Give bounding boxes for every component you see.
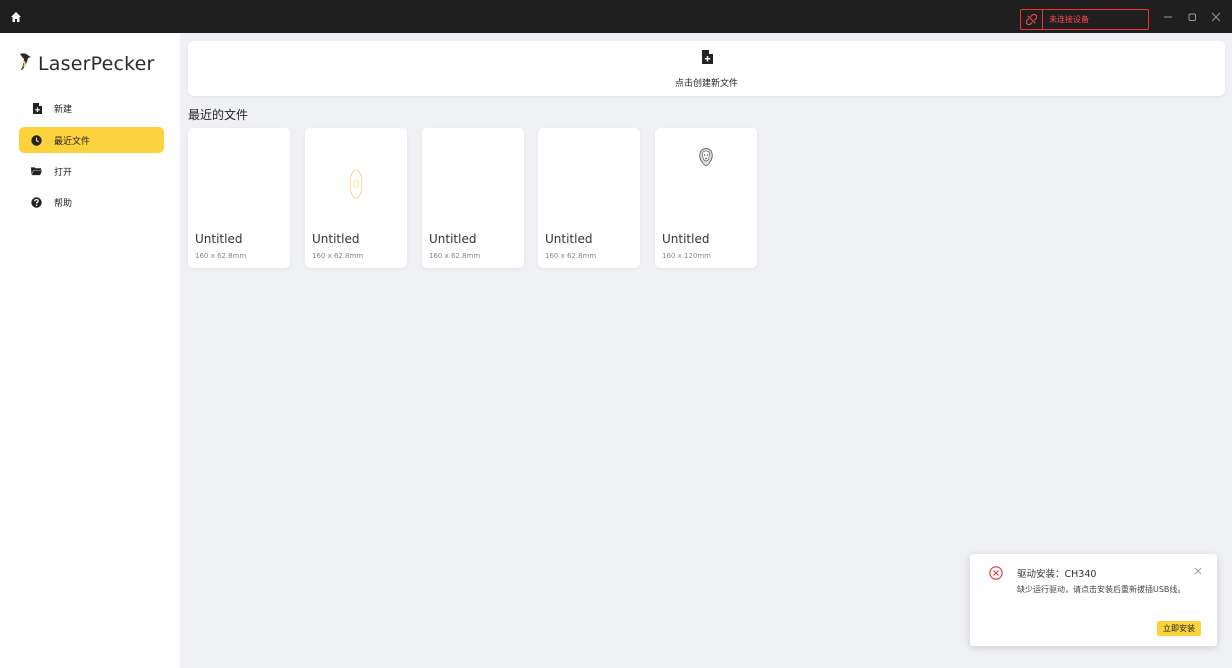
file-name: Untitled [195, 232, 243, 246]
driver-install-notification: 驱动安装：CH340 缺少运行驱动，请点击安装后重新拔插USB线。 立即安装 [970, 554, 1217, 646]
sidebar-item-label: 最近文件 [54, 136, 91, 147]
device-status-button[interactable]: 未连接设备 [1020, 9, 1149, 30]
sidebar-item-open[interactable]: 打开 [19, 158, 164, 184]
recent-files-title: 最近的文件 [188, 108, 249, 122]
title-bar: 未连接设备 [0, 0, 1232, 33]
file-thumbnail [422, 128, 524, 228]
error-icon [989, 565, 1003, 580]
sidebar-item-label: 帮助 [54, 198, 73, 209]
home-icon[interactable] [8, 9, 24, 25]
new-file-icon [701, 49, 713, 68]
sidebar-item-label: 打开 [54, 167, 73, 178]
file-size: 160 x 62.8mm [312, 252, 364, 260]
file-thumbnail [188, 128, 290, 228]
sidebar-item-new[interactable]: 新建 [19, 95, 164, 121]
install-now-button[interactable]: 立即安装 [1157, 621, 1201, 636]
file-thumbnail [305, 128, 407, 228]
recent-file-card[interactable]: Untitled 160 x 62.8mm [305, 128, 407, 268]
file-name: Untitled [662, 232, 710, 246]
recent-file-card[interactable]: Untitled 160 x 62.8mm [188, 128, 290, 268]
file-size: 160 x 62.8mm [545, 252, 597, 260]
file-size: 160 x 120mm [662, 252, 711, 260]
help-icon [31, 196, 42, 208]
create-new-file-button[interactable]: 点击创建新文件 [188, 41, 1225, 96]
recent-file-card[interactable]: Untitled 160 x 120mm [655, 128, 757, 268]
app-logo: LaserPecker [18, 51, 155, 77]
file-name: Untitled [545, 232, 593, 246]
new-file-icon [31, 102, 42, 114]
file-thumbnail [538, 128, 640, 228]
sidebar-item-help[interactable]: 帮助 [19, 189, 164, 215]
woodpecker-logo-icon [18, 52, 32, 76]
minimize-icon[interactable] [1158, 9, 1178, 25]
disconnected-link-icon [1021, 10, 1043, 29]
notification-message: 缺少运行驱动，请点击安装后重新拔插USB线。 [1017, 585, 1186, 594]
clock-icon [31, 134, 42, 146]
device-status-label: 未连接设备 [1049, 15, 1089, 24]
sidebar-item-recent[interactable]: 最近文件 [19, 127, 164, 153]
sidebar-item-label: 新建 [54, 104, 73, 115]
file-size: 160 x 62.8mm [429, 252, 481, 260]
folder-icon [31, 166, 42, 177]
notification-title: 驱动安装：CH340 [1017, 569, 1097, 580]
close-icon[interactable] [1206, 9, 1226, 25]
close-icon[interactable] [1192, 565, 1204, 577]
sidebar: LaserPecker 新建 最近文件 打开 帮助 [0, 33, 180, 668]
create-new-file-label: 点击创建新文件 [674, 78, 738, 89]
logo-text: LaserPecker [38, 53, 155, 75]
file-size: 160 x 62.8mm [195, 252, 247, 260]
file-name: Untitled [429, 232, 477, 246]
file-name: Untitled [312, 232, 360, 246]
lion-thumbnail [655, 128, 757, 228]
recent-file-card[interactable]: Untitled 160 x 62.8mm [538, 128, 640, 268]
maximize-icon[interactable] [1182, 9, 1202, 25]
recent-file-card[interactable]: Untitled 160 x 62.8mm [422, 128, 524, 268]
